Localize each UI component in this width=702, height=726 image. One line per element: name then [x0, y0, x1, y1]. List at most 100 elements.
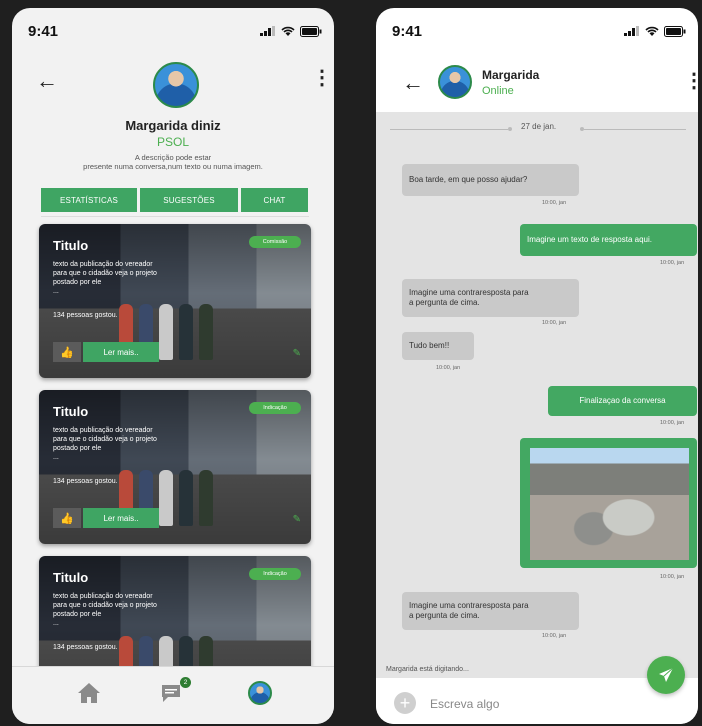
- date-separator: 27 de jan.: [376, 122, 698, 136]
- read-more-button[interactable]: Ler mais..: [83, 342, 159, 362]
- message-input[interactable]: Escreva algo: [430, 697, 499, 711]
- message-time: 10:00, jan: [660, 574, 685, 580]
- post-likes: 134 pessoas gostou.: [53, 312, 118, 319]
- status-time: 9:41: [28, 22, 59, 40]
- profile-party: PSOL: [156, 135, 189, 149]
- message-text-line: a pergunta de cima.: [409, 611, 480, 620]
- message-time: 10:00, jan: [660, 420, 685, 426]
- wifi-icon: [281, 26, 295, 36]
- chat-header: [376, 54, 698, 112]
- post-text-line: para que o cidadão veja o projeto: [53, 602, 157, 609]
- post-text: texto da publicação do vereador para que…: [53, 592, 183, 628]
- tab-divider: [41, 216, 309, 217]
- kebab-menu-icon[interactable]: ⋮: [684, 71, 698, 91]
- post-card[interactable]: Comissão Titulo texto da publicação do v…: [39, 224, 311, 378]
- contact-name: Margarida: [482, 68, 540, 82]
- post-badge: Indicação: [249, 402, 301, 414]
- battery-icon: [300, 25, 322, 37]
- post-likes: 134 pessoas gostou.: [53, 478, 118, 485]
- pencil-icon[interactable]: ✎: [293, 514, 301, 525]
- kebab-menu-icon[interactable]: ⋮: [312, 68, 332, 88]
- message-incoming: Imagine uma contraresposta para a pergun…: [402, 279, 579, 317]
- message-outgoing: Finalizaçao da conversa: [548, 386, 697, 416]
- post-text: texto da publicação do vereador para que…: [53, 426, 183, 462]
- profile-nav-avatar[interactable]: [248, 681, 272, 705]
- back-arrow-icon[interactable]: ←: [402, 70, 424, 96]
- contact-status: Online: [482, 85, 514, 97]
- like-button[interactable]: 👍: [53, 508, 81, 528]
- plus-icon[interactable]: +: [394, 692, 416, 714]
- system-icons: [260, 25, 322, 37]
- read-more-button[interactable]: Ler mais..: [83, 508, 159, 528]
- message-incoming: Imagine uma contraresposta para a pergun…: [402, 592, 579, 630]
- message-time: 10:00, jan: [660, 260, 685, 266]
- back-arrow-icon[interactable]: ←: [36, 68, 58, 94]
- chat-badge: 2: [180, 677, 191, 688]
- post-text-line: postado por ele: [53, 279, 102, 286]
- profile-tabs: ESTATÍSTICAS SUGESTÕES CHAT: [41, 188, 308, 212]
- profile-description: A descrição pode estar presente numa con…: [52, 153, 294, 171]
- description-line-2: presente numa conversa,num texto ou numa…: [83, 162, 263, 171]
- status-time: 9:41: [392, 22, 423, 40]
- signal-icon: [624, 26, 639, 36]
- status-bar: 9:41: [376, 8, 698, 54]
- contact-avatar[interactable]: [438, 65, 472, 99]
- post-likes: 134 pessoas gostou.: [53, 644, 118, 651]
- message-text-line: Imagine uma contraresposta para: [409, 288, 529, 297]
- post-text-line: texto da publicação do vereador: [53, 261, 153, 268]
- post-text-line: ...: [53, 288, 59, 295]
- typing-indicator: Margarida está digitando...: [386, 666, 469, 673]
- post-badge: Indicação: [249, 568, 301, 580]
- post-title: Titulo: [53, 238, 89, 253]
- description-line-1: A descrição pode estar: [134, 153, 212, 162]
- message-list: 27 de jan. Boa tarde, em que posso ajuda…: [376, 112, 698, 678]
- post-title: Titulo: [53, 404, 89, 419]
- date-dot: [508, 127, 512, 131]
- pencil-icon[interactable]: ✎: [293, 348, 301, 359]
- post-text-line: ...: [53, 454, 59, 461]
- message-incoming: Tudo bem!!: [402, 332, 474, 360]
- chat-nav-item[interactable]: 2: [160, 677, 191, 705]
- tab-chat[interactable]: CHAT: [241, 188, 308, 212]
- post-card[interactable]: Indicação Titulo texto da publicação do …: [39, 390, 311, 544]
- tab-estatisticas[interactable]: ESTATÍSTICAS: [41, 188, 137, 212]
- home-icon[interactable]: [76, 681, 102, 705]
- message-text-line: Imagine uma contraresposta para: [409, 601, 529, 610]
- post-text-line: texto da publicação do vereador: [53, 593, 153, 600]
- send-button[interactable]: [647, 656, 685, 694]
- post-text-line: ...: [53, 620, 59, 627]
- profile-screen: 9:41 ← ⋮ Margarida diniz PSOL A descriçã…: [12, 8, 334, 724]
- profile-avatar: [153, 62, 199, 108]
- message-photo: [530, 448, 689, 560]
- post-text: texto da publicação do vereador para que…: [53, 260, 183, 296]
- post-title: Titulo: [53, 570, 89, 585]
- status-bar: 9:41: [12, 8, 334, 54]
- thumbs-up-icon: 👍: [60, 512, 74, 525]
- tab-sugestoes[interactable]: SUGESTÕES: [140, 188, 238, 212]
- message-outgoing-image[interactable]: [520, 438, 697, 568]
- message-text-line: a pergunta de cima.: [409, 298, 480, 307]
- bottom-navigation: 2: [12, 666, 334, 724]
- message-time: 10:00, jan: [542, 200, 567, 206]
- like-button[interactable]: 👍: [53, 342, 81, 362]
- post-text-line: postado por ele: [53, 611, 102, 618]
- system-icons: [624, 25, 686, 37]
- message-time: 10:00, jan: [436, 365, 461, 371]
- post-badge: Comissão: [249, 236, 301, 248]
- chat-screen: 9:41 ← Margarida Online ⋮ 27 de jan. Boa…: [376, 8, 698, 724]
- wifi-icon: [645, 26, 659, 36]
- profile-name: Margarida diniz: [125, 118, 221, 133]
- thumbs-up-icon: 👍: [60, 346, 74, 359]
- date-line: [390, 129, 508, 130]
- date-line: [584, 129, 686, 130]
- message-outgoing: Imagine um texto de resposta aqui.: [520, 224, 697, 256]
- post-text-line: para que o cidadão veja o projeto: [53, 436, 157, 443]
- post-text-line: para que o cidadão veja o projeto: [53, 270, 157, 277]
- post-text-line: postado por ele: [53, 445, 102, 452]
- battery-icon: [664, 25, 686, 37]
- signal-icon: [260, 26, 275, 36]
- send-icon: [659, 667, 674, 682]
- date-label: 27 de jan.: [521, 122, 557, 131]
- message-time: 10:00, jan: [542, 633, 567, 639]
- message-incoming: Boa tarde, em que posso ajudar?: [402, 164, 579, 196]
